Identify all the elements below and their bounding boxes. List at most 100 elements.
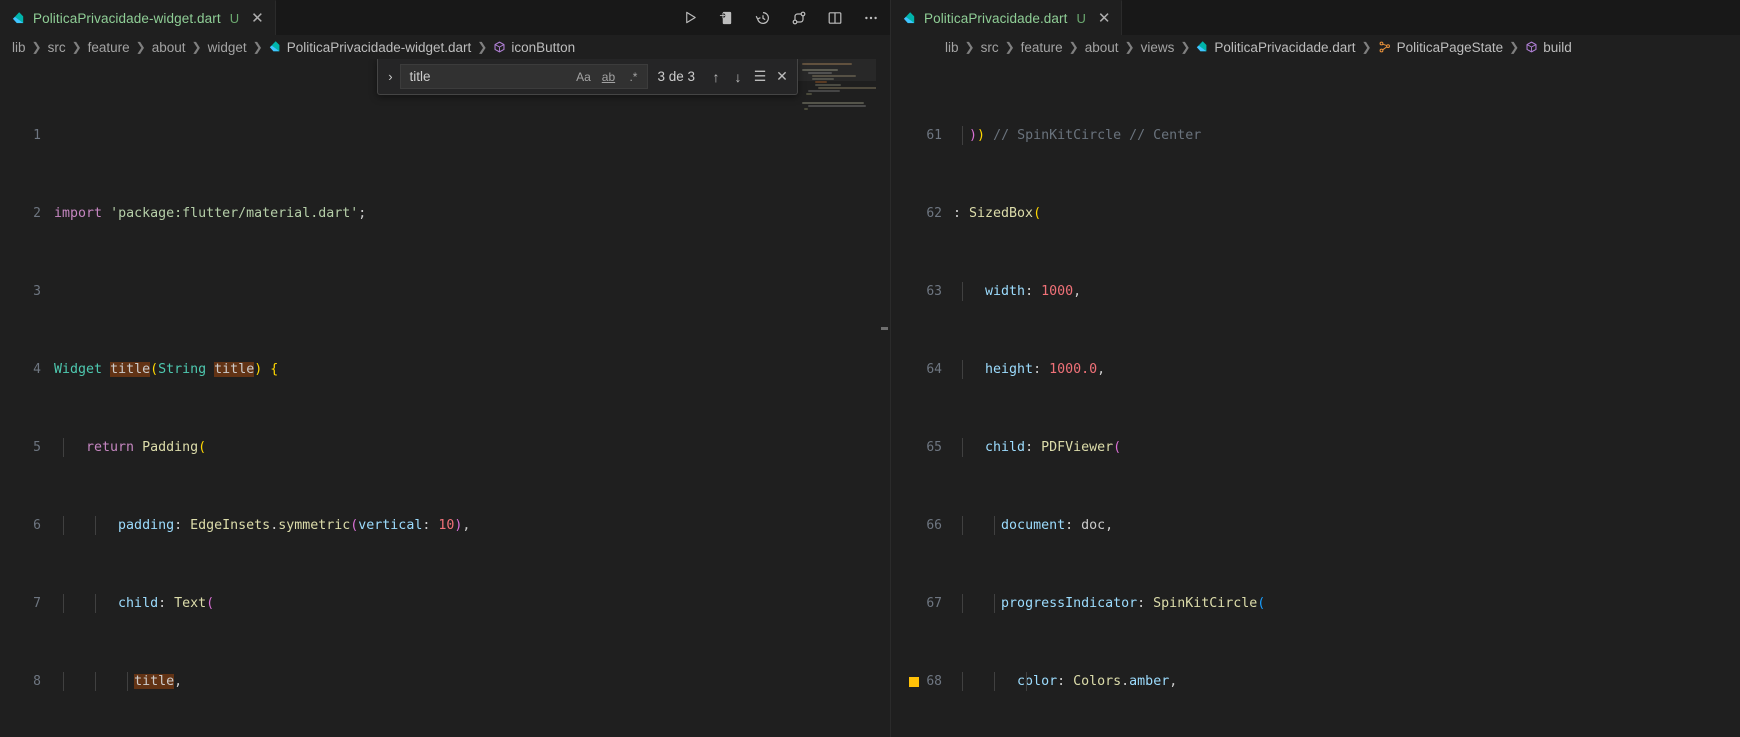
line-text: padding: EdgeInsets.symmetric(vertical: … xyxy=(54,515,890,535)
line-text: child: Text( xyxy=(54,593,890,613)
line-number: 68 xyxy=(926,673,942,689)
breadcrumb-separator-icon: ❯ xyxy=(71,40,82,54)
line-text: Widget title(String title) { xyxy=(54,361,279,377)
toggle-replace-icon[interactable]: › xyxy=(380,69,400,84)
whole-word-icon[interactable]: ab xyxy=(598,70,618,84)
tab-unsaved-badge: U xyxy=(229,10,240,26)
line-text: title, xyxy=(54,671,890,691)
color-swatch[interactable] xyxy=(909,676,919,687)
breadcrumb-separator-icon: ❯ xyxy=(1361,40,1372,54)
dart-file-icon xyxy=(1196,40,1209,54)
code-line[interactable]: 68 color: Colors.amber, xyxy=(891,671,1740,691)
breadcrumb-item-file[interactable]: PoliticaPrivacidade-widget.dart xyxy=(287,40,472,55)
search-match: title xyxy=(214,361,255,377)
history-icon[interactable] xyxy=(753,8,772,27)
breadcrumb-item-src[interactable]: src xyxy=(981,40,999,55)
breadcrumb-item-symbol[interactable]: iconButton xyxy=(511,40,575,55)
line-number: 67 xyxy=(926,595,942,611)
find-next-icon[interactable]: ↓ xyxy=(727,69,749,85)
line-text: height: 1000.0, xyxy=(953,359,1740,379)
editor-group-left: PoliticaPrivacidade-widget.dart U ✕ lib … xyxy=(0,0,890,737)
code-line[interactable]: 6 padding: EdgeInsets.symmetric(vertical… xyxy=(0,515,890,535)
code-line[interactable]: 64 height: 1000.0, xyxy=(891,359,1740,379)
breadcrumb-item-feature[interactable]: feature xyxy=(1021,40,1063,55)
code-line[interactable]: 62 : SizedBox( xyxy=(891,204,1740,224)
line-number: 6 xyxy=(33,517,41,533)
code-line[interactable]: 1 xyxy=(0,126,890,146)
breadcrumb-item-src[interactable]: src xyxy=(48,40,66,55)
find-input[interactable] xyxy=(409,69,569,84)
find-match-count: 3 de 3 xyxy=(657,69,695,84)
tab-label: PoliticaPrivacidade-widget.dart xyxy=(33,10,221,26)
code-line[interactable]: 2 import 'package:flutter/material.dart'… xyxy=(0,204,890,224)
dart-file-icon xyxy=(269,40,282,54)
breadcrumb-item-widget[interactable]: widget xyxy=(208,40,247,55)
code-line[interactable]: 7 child: Text( xyxy=(0,593,890,613)
breadcrumb-item-class[interactable]: PoliticaPageState xyxy=(1397,40,1504,55)
line-text: )) // SpinKitCircle // Center xyxy=(953,125,1740,145)
breadcrumb-item-views[interactable]: views xyxy=(1141,40,1175,55)
breadcrumb-item-method[interactable]: build xyxy=(1543,40,1572,55)
code-line[interactable]: 66 document: doc, xyxy=(891,515,1740,535)
code-line[interactable]: 4 Widget title(String title) { xyxy=(0,360,890,380)
close-icon[interactable]: ✕ xyxy=(251,11,264,26)
editor-right[interactable]: 61 )) // SpinKitCircle // Center 62 : Si… xyxy=(891,59,1740,737)
line-text: return Padding( xyxy=(54,437,890,457)
regex-icon[interactable]: .* xyxy=(623,70,643,84)
close-icon[interactable]: ✕ xyxy=(1098,11,1111,26)
line-number: 2 xyxy=(33,205,41,221)
code-content-left[interactable]: 1 2 import 'package:flutter/material.dar… xyxy=(0,67,890,737)
code-content-right[interactable]: 61 )) // SpinKitCircle // Center 62 : Si… xyxy=(891,67,1740,737)
vscode-window: PoliticaPrivacidade-widget.dart U ✕ lib … xyxy=(0,0,1740,737)
tab-label: PoliticaPrivacidade.dart xyxy=(924,10,1068,26)
breadcrumb-item-about[interactable]: about xyxy=(152,40,186,55)
breadcrumb-item-feature[interactable]: feature xyxy=(88,40,130,55)
find-close-icon[interactable]: ✕ xyxy=(771,68,793,85)
tab-politicaprivacidade-widget-dart[interactable]: PoliticaPrivacidade-widget.dart U ✕ xyxy=(0,0,276,35)
find-in-selection-icon[interactable]: ☰ xyxy=(749,68,771,85)
line-number: 65 xyxy=(926,439,942,455)
search-match: title xyxy=(134,673,175,689)
run-and-debug-icon[interactable] xyxy=(717,8,736,27)
code-line[interactable]: 61 )) // SpinKitCircle // Center xyxy=(891,125,1740,145)
more-actions-icon[interactable] xyxy=(861,8,880,27)
breadcrumb-separator-icon: ❯ xyxy=(252,40,263,54)
code-line[interactable]: 63 width: 1000, xyxy=(891,281,1740,301)
find-previous-icon[interactable]: ↑ xyxy=(705,69,727,85)
breadcrumb-separator-icon: ❯ xyxy=(1004,40,1015,54)
editor-left[interactable]: › Aa ab .* 3 de 3 ↑ ↓ ☰ ✕ 1 xyxy=(0,59,890,737)
breadcrumb-separator-icon: ❯ xyxy=(1509,40,1520,54)
line-number: 64 xyxy=(926,361,942,377)
breadcrumb-item-lib[interactable]: lib xyxy=(12,40,26,55)
breadcrumb-item-about[interactable]: about xyxy=(1085,40,1119,55)
line-text: width: 1000, xyxy=(953,281,1740,301)
breadcrumb-item-file[interactable]: PoliticaPrivacidade.dart xyxy=(1214,40,1355,55)
compare-changes-icon[interactable] xyxy=(789,8,808,27)
find-widget[interactable]: › Aa ab .* 3 de 3 ↑ ↓ ☰ ✕ xyxy=(377,59,798,95)
line-text: : SizedBox( xyxy=(953,205,1042,221)
line-number: 4 xyxy=(33,361,41,377)
run-icon[interactable] xyxy=(681,8,700,27)
tabbar-left: PoliticaPrivacidade-widget.dart U ✕ xyxy=(0,0,890,35)
breadcrumb-separator-icon: ❯ xyxy=(135,40,146,54)
tab-politicaprivacidade-dart[interactable]: PoliticaPrivacidade.dart U ✕ xyxy=(891,0,1123,35)
code-line[interactable]: 8 title, xyxy=(0,671,890,691)
breadcrumb-separator-icon: ❯ xyxy=(31,40,42,54)
line-number: 3 xyxy=(33,283,41,299)
split-editor-icon[interactable] xyxy=(825,8,844,27)
code-line[interactable]: 65 child: PDFViewer( xyxy=(891,437,1740,457)
code-line[interactable]: 3 xyxy=(0,282,890,302)
line-number: 63 xyxy=(926,283,942,299)
find-input-box[interactable]: Aa ab .* xyxy=(400,64,649,89)
line-number: 5 xyxy=(33,439,41,455)
breadcrumb-right: lib ❯ src ❯ feature ❯ about ❯ views ❯ Po… xyxy=(891,35,1740,59)
editor-group-right: PoliticaPrivacidade.dart U ✕ lib ❯ src ❯… xyxy=(890,0,1740,737)
code-line[interactable]: 67 progressIndicator: SpinKitCircle( xyxy=(891,593,1740,613)
match-case-icon[interactable]: Aa xyxy=(573,70,593,84)
line-text: progressIndicator: SpinKitCircle( xyxy=(953,593,1740,613)
breadcrumb-separator-icon: ❯ xyxy=(1124,40,1135,54)
breadcrumb-item-lib[interactable]: lib xyxy=(945,40,959,55)
line-text: child: PDFViewer( xyxy=(953,437,1740,457)
code-line[interactable]: 5 return Padding( xyxy=(0,437,890,457)
dart-file-icon xyxy=(903,11,917,26)
